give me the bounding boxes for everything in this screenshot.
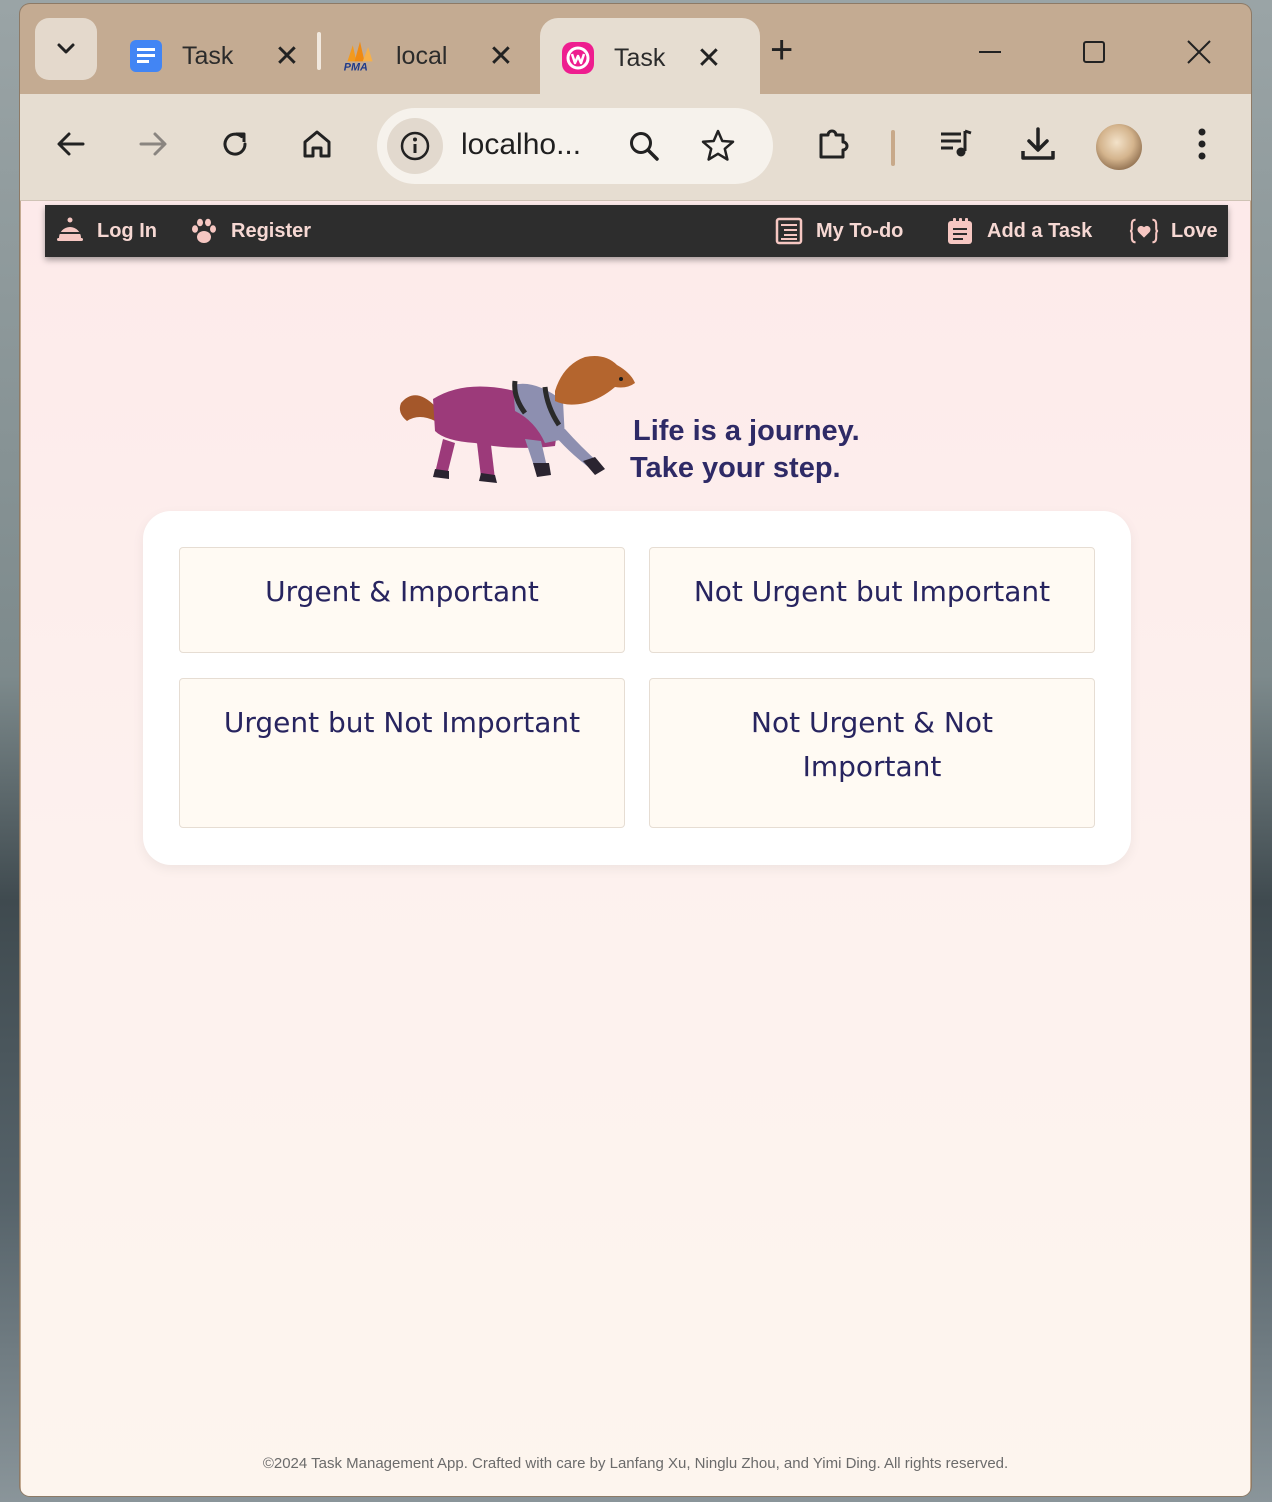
- hero-tagline: Life is a journey. Take your step.: [630, 413, 860, 487]
- tab-phpmyadmin[interactable]: PMA local ✕: [342, 18, 516, 94]
- close-icon[interactable]: ✕: [486, 39, 516, 74]
- notepad-icon: [945, 216, 975, 246]
- paw-icon: [189, 216, 219, 246]
- browser-toolbar: localho...: [20, 94, 1251, 201]
- docs-icon: [128, 38, 164, 74]
- close-window-button[interactable]: [1179, 32, 1219, 72]
- tab-search-button[interactable]: [35, 18, 97, 80]
- minimize-button[interactable]: [970, 32, 1010, 72]
- page-footer: ©2024 Task Management App. Crafted with …: [262, 1455, 1009, 1472]
- puzzle-icon: [819, 129, 849, 159]
- zoom-button[interactable]: [620, 122, 668, 170]
- playlist-icon: [941, 129, 972, 157]
- heart-braces-icon: [1129, 216, 1159, 246]
- toolbar-divider: [891, 130, 895, 166]
- priority-matrix: Urgent & Important Not Urgent but Import…: [143, 511, 1131, 865]
- info-icon: [400, 131, 430, 161]
- tab-title: Task: [182, 41, 234, 70]
- reload-icon: [223, 132, 247, 156]
- kebab-menu-icon: [1198, 128, 1206, 160]
- chevron-down-icon: [57, 43, 75, 54]
- reload-button[interactable]: [211, 120, 259, 168]
- nav-register-label: Register: [231, 219, 312, 242]
- nav-my-todo[interactable]: My To-do: [774, 205, 903, 257]
- quadrant-label: Not Urgent but Important: [693, 575, 1051, 608]
- wamp-icon: [560, 40, 596, 76]
- download-icon: [1021, 127, 1055, 160]
- quadrant-label: Not Urgent & Not Important: [751, 706, 993, 783]
- site-info-button[interactable]: [387, 118, 443, 174]
- site-navbar: Log In Register My To-do Add a Task Love: [45, 205, 1228, 257]
- profile-avatar[interactable]: [1096, 124, 1142, 170]
- quadrant-urgent-important[interactable]: Urgent & Important: [179, 547, 625, 653]
- address-bar[interactable]: localho...: [377, 108, 773, 184]
- url-text: localho...: [461, 128, 582, 161]
- tab-strip: Task ✕ PMA local ✕ Task ✕ +: [20, 4, 1251, 98]
- nav-add-task-label: Add a Task: [987, 219, 1093, 242]
- maximize-button[interactable]: [1074, 32, 1114, 72]
- quadrant-not-urgent-not-important[interactable]: Not Urgent & Not Important: [649, 678, 1095, 828]
- menu-button[interactable]: [1178, 120, 1226, 168]
- star-icon: [701, 129, 735, 161]
- nav-my-todo-label: My To-do: [816, 219, 904, 242]
- hero-banner: Life is a journey. Take your step.: [395, 351, 915, 491]
- dog-illustration: [399, 356, 635, 483]
- magnifier-icon: [630, 132, 659, 161]
- close-icon: [1187, 40, 1211, 64]
- bell-icon: [55, 216, 85, 246]
- nav-love-label: Love: [1171, 219, 1218, 242]
- quadrant-urgent-not-important[interactable]: Urgent but Not Important: [179, 678, 625, 828]
- home-button[interactable]: [293, 120, 341, 168]
- close-icon[interactable]: ✕: [694, 41, 724, 76]
- browser-window: Task ✕ PMA local ✕ Task ✕ + localho... L…: [20, 4, 1251, 1496]
- tab-task-active[interactable]: Task ✕: [540, 18, 760, 98]
- svg-text:PMA: PMA: [344, 61, 368, 73]
- maximize-icon: [1083, 41, 1105, 63]
- forward-button[interactable]: [129, 120, 177, 168]
- home-icon: [303, 130, 331, 158]
- quadrant-not-urgent-important[interactable]: Not Urgent but Important: [649, 547, 1095, 653]
- page-content: Log In Register My To-do Add a Task Love…: [21, 201, 1250, 1496]
- arrow-right-icon: [139, 132, 167, 156]
- media-button[interactable]: [932, 120, 980, 168]
- nav-love[interactable]: Love: [1129, 205, 1218, 257]
- tab-title: Task: [614, 43, 666, 72]
- tab-docs[interactable]: Task ✕: [128, 18, 302, 94]
- nav-login[interactable]: Log In: [55, 205, 157, 257]
- nav-login-label: Log In: [97, 219, 157, 242]
- tagline-line-2: Take your step.: [630, 452, 841, 484]
- arrow-left-icon: [57, 132, 85, 156]
- close-icon[interactable]: ✕: [272, 39, 302, 74]
- bookmark-button[interactable]: [694, 122, 742, 170]
- nav-register[interactable]: Register: [189, 205, 311, 257]
- phpmyadmin-icon: PMA: [342, 38, 378, 74]
- tab-separator: [317, 32, 321, 70]
- minimize-icon: [979, 51, 1001, 53]
- nav-add-task[interactable]: Add a Task: [945, 205, 1092, 257]
- quadrant-label: Urgent & Important: [265, 575, 539, 608]
- back-button[interactable]: [47, 120, 95, 168]
- quadrant-label: Urgent but Not Important: [223, 706, 581, 739]
- tagline-line-1: Life is a journey.: [633, 415, 860, 447]
- notebook-icon: [774, 216, 804, 246]
- new-tab-button[interactable]: +: [770, 28, 793, 73]
- tab-title: local: [396, 41, 448, 70]
- downloads-button[interactable]: [1014, 120, 1062, 168]
- extensions-button[interactable]: [810, 120, 858, 168]
